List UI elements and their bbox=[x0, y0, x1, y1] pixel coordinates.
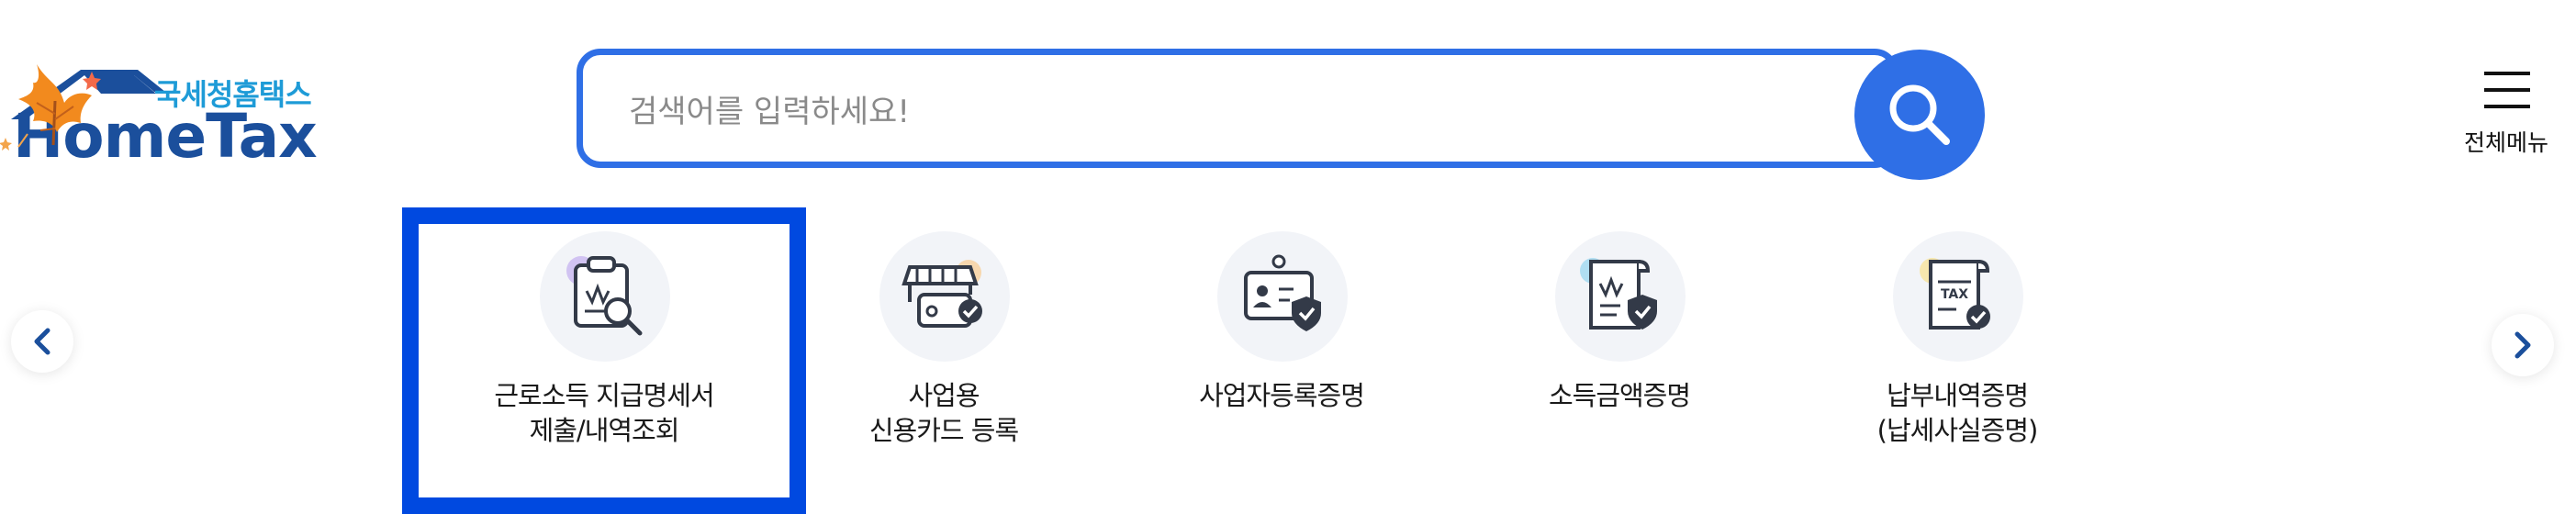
carousel-next-button[interactable] bbox=[2492, 314, 2554, 376]
full-menu-label: 전체메뉴 bbox=[2463, 129, 2548, 156]
service-item-business-card-registration[interactable]: 사업용 신용카드 등록 bbox=[806, 229, 1081, 505]
service-label: 납부내역증명 (납세사실증명) bbox=[1876, 380, 2039, 446]
svg-text:TAX: TAX bbox=[1941, 287, 1968, 302]
chevron-right-icon bbox=[2514, 331, 2531, 359]
service-item-business-registration-certificate[interactable]: 사업자등록증명 bbox=[1144, 229, 1419, 505]
service-item-income-certificate[interactable]: 소득금액증명 bbox=[1482, 229, 1757, 505]
chevron-left-icon bbox=[34, 328, 50, 355]
search-icon bbox=[1889, 84, 1950, 145]
tax-document-icon: TAX bbox=[1920, 258, 1990, 330]
service-label: 사업용 신용카드 등록 bbox=[868, 380, 1019, 446]
service-icon-bg: TAX bbox=[1893, 231, 2023, 362]
selection-highlight bbox=[402, 207, 806, 514]
service-label: 소득금액증명 bbox=[1548, 380, 1691, 411]
store-card-icon bbox=[902, 260, 982, 328]
document-shield-icon bbox=[1580, 258, 1657, 330]
hometax-logo[interactable]: 국세청홈택스 HomeTax bbox=[0, 55, 422, 184]
service-icon-bg bbox=[879, 231, 1010, 362]
service-icon-bg bbox=[1217, 231, 1348, 362]
service-icon-bg bbox=[1555, 231, 1686, 362]
id-card-shield-icon bbox=[1244, 254, 1321, 331]
service-label: 사업자등록증명 bbox=[1199, 380, 1365, 411]
search-input[interactable] bbox=[627, 83, 1824, 141]
full-menu-button[interactable]: 전체메뉴 bbox=[2451, 61, 2561, 171]
carousel-prev-button[interactable] bbox=[11, 310, 73, 373]
service-item-tax-payment-certificate[interactable]: TAX 납부내역증명 (납세사실증명) bbox=[1820, 229, 2095, 505]
autumn-leaf-icon bbox=[0, 64, 101, 151]
search-button[interactable] bbox=[1854, 50, 1985, 180]
search-box bbox=[577, 49, 1898, 168]
hamburger-menu-icon bbox=[2484, 72, 2530, 108]
search-bar bbox=[577, 49, 1987, 181]
